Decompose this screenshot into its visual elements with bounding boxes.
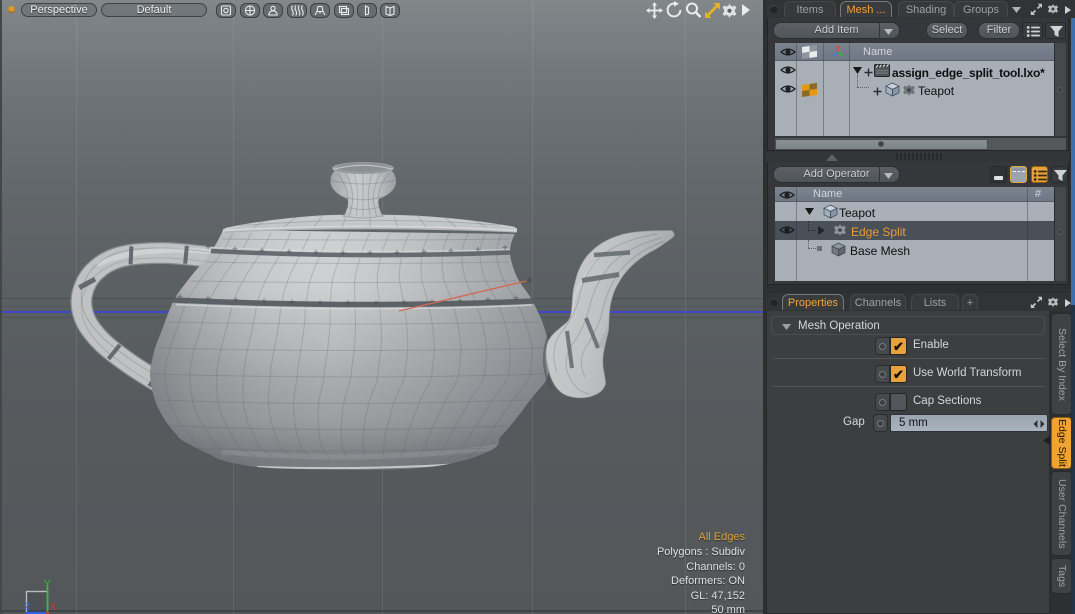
svg-text:Y: Y <box>44 579 51 590</box>
svg-text:X: X <box>50 602 57 613</box>
svg-text:Z: Z <box>24 602 30 613</box>
svg-text:x: x <box>527 275 532 286</box>
